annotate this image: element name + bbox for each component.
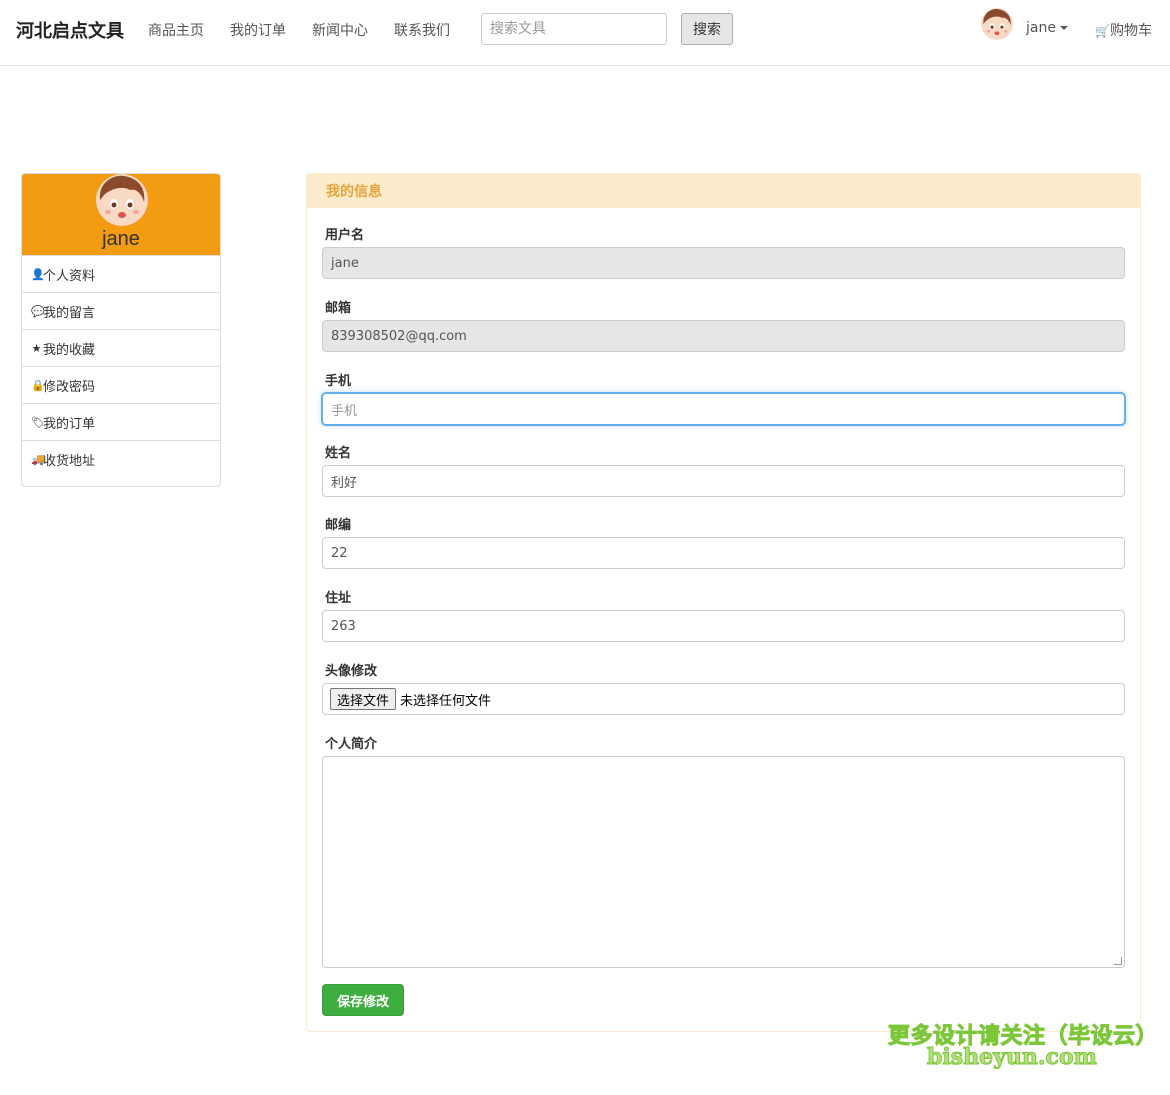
name-field[interactable]: 利好 — [322, 465, 1125, 497]
nav-link-contact[interactable]: 联系我们 — [394, 20, 450, 40]
sidebar-username: jane — [102, 228, 140, 250]
user-icon: 👤 — [31, 267, 45, 281]
search-button[interactable]: 搜索 — [681, 13, 733, 45]
sidebar-avatar — [96, 174, 148, 226]
choose-file-button[interactable]: 选择文件 — [330, 688, 397, 710]
nav-link-products[interactable]: 商品主页 — [148, 20, 204, 40]
sidebar-item-password[interactable]: 🔒 修改密码 — [22, 366, 220, 403]
sidebar-item-label: 收货地址 — [43, 453, 96, 469]
top-navbar: 河北启点文具 商品主页 我的订单 新闻中心 联系我们 搜索 jane 🛒购物车 — [0, 0, 1170, 66]
resize-handle-icon[interactable] — [1114, 957, 1122, 965]
sidebar-item-favorites[interactable]: ★ 我的收藏 — [22, 329, 220, 366]
sidebar-item-address[interactable]: 🚚 收货地址 — [22, 440, 220, 477]
sidebar-item-messages[interactable]: 💬 我的留言 — [22, 292, 220, 329]
sidebar-item-label: 我的订单 — [43, 416, 96, 432]
nav-link-orders[interactable]: 我的订单 — [230, 20, 286, 40]
brand-logo-text[interactable]: 河北启点文具 — [16, 17, 124, 43]
sidebar-item-orders[interactable]: 🏷 我的订单 — [22, 403, 220, 440]
cart-icon: 🛒 — [1095, 24, 1110, 38]
cart-label: 购物车 — [1109, 23, 1152, 39]
username-label: 用户名 — [325, 228, 365, 243]
panel-title: 我的信息 — [307, 174, 1140, 208]
caret-down-icon — [1059, 26, 1068, 30]
avatar-upload-label: 头像修改 — [325, 664, 378, 679]
nav-link-news[interactable]: 新闻中心 — [312, 20, 368, 40]
sidebar-header: jane — [22, 174, 220, 255]
sidebar-item-label: 个人资料 — [43, 268, 96, 284]
tags-icon: 🏷 — [31, 415, 45, 429]
username-field: jane — [322, 247, 1125, 279]
phone-field[interactable]: 手机 — [322, 393, 1125, 425]
bio-label: 个人简介 — [325, 737, 378, 752]
user-menu-toggle[interactable]: jane — [1026, 20, 1068, 36]
name-label: 姓名 — [325, 446, 352, 461]
watermark-line2: bisheyun.com — [927, 1044, 1098, 1071]
user-name: jane — [1026, 20, 1056, 36]
truck-icon: 🚚 — [31, 452, 45, 466]
lock-icon: 🔒 — [31, 378, 45, 392]
save-button[interactable]: 保存修改 — [322, 984, 404, 1016]
avatar-upload-field: 选择文件 未选择任何文件 — [322, 683, 1125, 715]
comment-icon: 💬 — [31, 304, 45, 318]
cart-link[interactable]: 🛒购物车 — [1095, 20, 1152, 40]
zip-field[interactable]: 22 — [322, 537, 1125, 569]
zip-label: 邮编 — [325, 518, 352, 533]
sidebar-item-label: 我的留言 — [43, 305, 96, 321]
profile-sidebar: jane 👤 个人资料 💬 我的留言 ★ 我的收藏 🔒 修改密码 🏷 我的订单 🚚 收货地址 — [21, 173, 221, 487]
address-label: 住址 — [325, 591, 352, 606]
avatar[interactable] — [981, 8, 1013, 40]
sidebar-item-profile[interactable]: 👤 个人资料 — [22, 255, 220, 292]
star-icon: ★ — [31, 341, 42, 355]
phone-label: 手机 — [325, 374, 352, 389]
sidebar-item-label: 修改密码 — [43, 379, 96, 395]
address-field[interactable]: 263 — [322, 610, 1125, 642]
sidebar-item-label: 我的收藏 — [43, 342, 96, 358]
email-label: 邮箱 — [325, 301, 352, 316]
search-input[interactable] — [481, 13, 667, 45]
my-info-panel: 我的信息 用户名 jane 邮箱 839308502@qq.com 手机 手机 … — [306, 173, 1141, 1032]
bio-textarea[interactable] — [322, 756, 1125, 968]
file-status: 未选择任何文件 — [400, 693, 492, 709]
email-field: 839308502@qq.com — [322, 320, 1125, 352]
